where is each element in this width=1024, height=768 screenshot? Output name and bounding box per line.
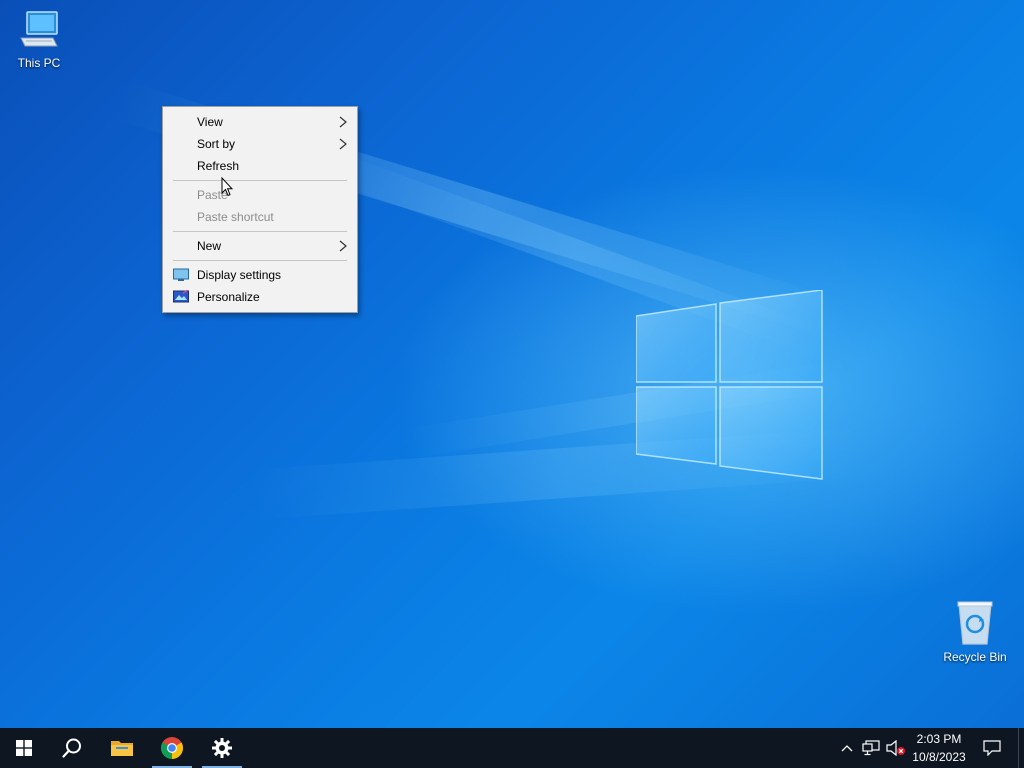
windows-start-icon [16,740,32,756]
menu-separator [173,231,347,232]
chevron-right-icon [339,116,347,128]
chevron-right-icon [339,240,347,252]
gear-icon [212,738,232,758]
menu-separator [173,180,347,181]
menu-item-view[interactable]: View [163,111,357,133]
windows-logo-wallpaper [636,290,823,480]
menu-item-label: Sort by [197,137,236,151]
menu-item-label: View [197,115,223,129]
menu-item-label: New [197,239,222,253]
menu-item-paste: Paste [163,184,357,206]
menu-item-label: Personalize [197,290,260,304]
show-desktop-button[interactable] [1018,728,1024,768]
volume-muted-icon [886,740,905,756]
taskbar-clock[interactable]: 2:03 PM 10/8/2023 [908,730,970,766]
action-center-button[interactable] [978,728,1006,768]
desktop-icon-label: Recycle Bin [943,650,1007,664]
computer-icon [20,11,58,47]
menu-item-label: Paste shortcut [197,210,274,224]
clock-time: 2:03 PM [916,732,962,746]
menu-item-new[interactable]: New [163,235,357,257]
menu-item-refresh[interactable]: Refresh [163,155,357,177]
chevron-right-icon [339,138,347,150]
network-icon [862,740,880,756]
display-icon [173,268,189,281]
menu-item-personalize[interactable]: Personalize [163,286,357,308]
folder-icon [111,741,133,756]
chevron-up-icon [841,745,853,752]
start-button[interactable] [0,728,48,768]
taskbar: 2:03 PM 10/8/2023 [0,728,1024,768]
menu-item-paste-shortcut: Paste shortcut [163,206,357,228]
search-button[interactable] [48,728,96,768]
mouse-cursor-icon [221,177,233,197]
file-explorer-button[interactable] [98,728,146,768]
desktop-icon-label: This PC [17,56,61,70]
desktop-icon-recycle-bin[interactable]: Recycle Bin [936,600,1014,664]
desktop-icon-this-pc[interactable]: This PC [0,8,78,70]
chrome-button[interactable] [148,728,196,768]
menu-item-sort-by[interactable]: Sort by [163,133,357,155]
menu-item-display-settings[interactable]: Display settings [163,264,357,286]
clock-date: 10/8/2023 [912,750,966,764]
menu-item-label: Display settings [197,268,282,282]
desktop-context-menu: View Sort by Refresh Paste Paste shortcu… [162,106,358,313]
desktop[interactable]: This PC Recycle Bin View Sort by Refresh… [0,0,1024,728]
search-icon [62,738,81,758]
menu-separator [173,260,347,261]
recycle-bin-icon [957,601,993,645]
settings-button[interactable] [198,728,246,768]
volume-tray-button[interactable] [884,728,908,768]
chrome-icon [161,737,183,759]
show-hidden-icons-button[interactable] [836,728,858,768]
menu-item-label: Refresh [197,159,240,173]
personalize-icon [173,290,189,303]
notification-icon [983,740,1001,756]
network-tray-button[interactable] [860,728,882,768]
